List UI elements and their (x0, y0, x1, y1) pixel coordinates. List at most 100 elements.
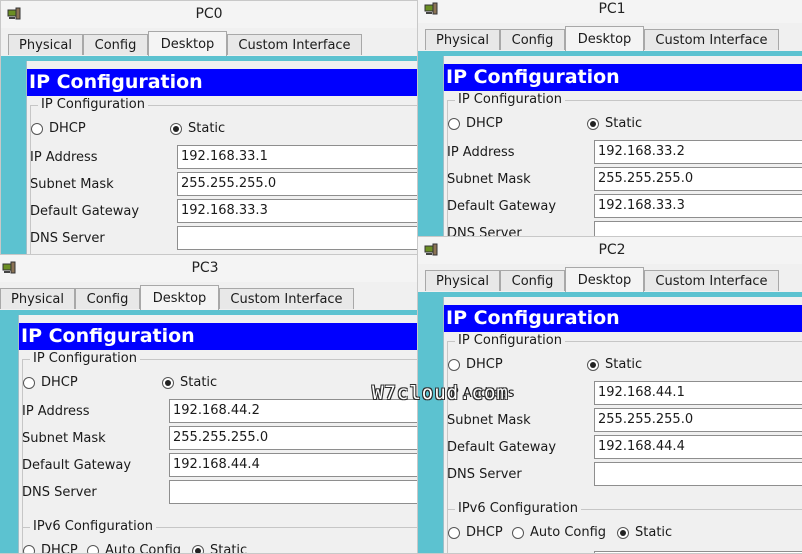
subnet-mask-input[interactable]: 255.255.255.0 (594, 408, 802, 432)
window-pc0: PC0 Physical Config Desktop Custom Inter… (0, 0, 418, 256)
static-radio[interactable] (162, 377, 174, 389)
ip-address-label: IP Address (30, 150, 98, 165)
group-legend: IP Configuration (455, 333, 565, 348)
tab-physical[interactable]: Physical (8, 34, 83, 55)
default-gateway-label: Default Gateway (22, 458, 132, 473)
ipv6-auto-config-radio[interactable] (87, 545, 99, 553)
ip-config-panel: IP Configuration IP Configuration DHCP S… (443, 56, 802, 239)
subnet-mask-label: Subnet Mask (22, 431, 106, 446)
static-label: Static (605, 357, 643, 372)
tab-config[interactable]: Config (75, 288, 140, 309)
default-gateway-input[interactable]: 192.168.44.4 (594, 435, 802, 459)
ip-address-input[interactable]: 192.168.44.1 (594, 381, 802, 405)
dhcp-radio[interactable] (23, 377, 35, 389)
ipv6-auto-config-radio[interactable] (512, 527, 524, 539)
tab-bar: Physical Config Desktop Custom Interface (418, 267, 802, 293)
dns-server-input[interactable] (169, 480, 417, 504)
default-gateway-input[interactable]: 192.168.44.4 (169, 453, 417, 477)
ipv6-static-label: Static (210, 543, 248, 554)
static-label: Static (188, 121, 226, 136)
dhcp-radio[interactable] (31, 123, 43, 135)
title-bar[interactable]: PC3 (0, 255, 417, 282)
ip-address-input[interactable]: 192.168.33.1 (177, 145, 417, 169)
ipv6-dhcp-radio[interactable] (448, 527, 460, 539)
default-gateway-input[interactable]: 192.168.33.3 (594, 194, 802, 218)
subnet-mask-label: Subnet Mask (447, 413, 531, 428)
default-gateway-label: Default Gateway (30, 204, 140, 219)
dhcp-label: DHCP (41, 375, 78, 390)
static-label: Static (180, 375, 218, 390)
tab-bar: Physical Config Desktop Custom Interface (418, 26, 802, 52)
ipv6-group-legend: IPv6 Configuration (30, 519, 156, 534)
subnet-mask-label: Subnet Mask (447, 172, 531, 187)
subnet-mask-label: Subnet Mask (30, 177, 114, 192)
default-gateway-input[interactable]: 192.168.33.3 (177, 199, 417, 223)
subnet-mask-input[interactable]: 255.255.255.0 (169, 426, 417, 450)
ipv6-static-radio[interactable] (192, 545, 204, 553)
ip-config-panel: IP Configuration IP Configuration DHCP S… (18, 315, 417, 553)
tab-physical[interactable]: Physical (425, 270, 500, 291)
tab-desktop[interactable]: Desktop (140, 285, 219, 310)
static-radio[interactable] (587, 359, 599, 371)
title-bar[interactable]: PC2 (418, 237, 802, 264)
tab-custom-interface[interactable]: Custom Interface (219, 288, 354, 309)
window-title: PC3 (191, 260, 219, 276)
static-radio[interactable] (170, 123, 182, 135)
window-title: PC1 (598, 1, 626, 17)
tab-physical[interactable]: Physical (425, 29, 500, 50)
dhcp-radio[interactable] (448, 118, 460, 130)
packet-tracer-pc-icon (424, 243, 438, 256)
ip-config-panel: IP Configuration IP Configuration DHCP S… (443, 297, 802, 553)
tab-desktop[interactable]: Desktop (565, 26, 644, 51)
desktop-frame: IP Configuration IP Configuration DHCP S… (418, 51, 802, 239)
tab-desktop[interactable]: Desktop (148, 31, 227, 56)
desktop-frame: IP Configuration IP Configuration DHCP S… (418, 292, 802, 553)
ipv6-static-radio[interactable] (617, 527, 629, 539)
dhcp-label: DHCP (466, 357, 503, 372)
subnet-mask-input[interactable]: 255.255.255.0 (594, 167, 802, 191)
ipv6-dhcp-radio[interactable] (23, 545, 35, 553)
dns-server-input[interactable] (594, 462, 802, 486)
tab-config[interactable]: Config (83, 34, 148, 55)
section-header: IP Configuration (444, 305, 802, 332)
ip-config-panel: IP Configuration IP Configuration DHCP S… (26, 61, 417, 255)
packet-tracer-pc-icon (7, 7, 21, 20)
section-header: IP Configuration (444, 64, 802, 91)
ip-address-label: IP Address (22, 404, 90, 419)
window-title: PC0 (195, 6, 223, 22)
desktop-frame: IP Configuration IP Configuration DHCP S… (1, 56, 417, 255)
tab-bar: Physical Config Desktop Custom Interface (0, 285, 417, 311)
dns-server-input[interactable] (177, 226, 417, 250)
tab-custom-interface[interactable]: Custom Interface (227, 34, 362, 55)
default-gateway-label: Default Gateway (447, 440, 557, 455)
tab-custom-interface[interactable]: Custom Interface (644, 29, 779, 50)
tab-custom-interface[interactable]: Custom Interface (644, 270, 779, 291)
packet-tracer-pc-icon (2, 261, 16, 274)
tab-config[interactable]: Config (500, 270, 565, 291)
window-pc3: PC3 Physical Config Desktop Custom Inter… (0, 254, 418, 554)
ip-address-label: IP Address (447, 145, 515, 160)
dhcp-label: DHCP (49, 121, 86, 136)
title-bar[interactable]: PC0 (1, 1, 417, 28)
title-bar[interactable]: PC1 (418, 0, 802, 23)
dns-server-label: DNS Server (447, 467, 522, 482)
desktop-frame: IP Configuration IP Configuration DHCP S… (0, 310, 417, 553)
ip-address-input[interactable]: 192.168.33.2 (594, 140, 802, 164)
window-pc1: PC1 Physical Config Desktop Custom Inter… (417, 0, 802, 240)
section-header: IP Configuration (27, 69, 417, 96)
ip-address-input[interactable]: 192.168.44.2 (169, 399, 417, 423)
ipv6-static-label: Static (635, 525, 673, 540)
subnet-mask-input[interactable]: 255.255.255.0 (177, 172, 417, 196)
tab-physical[interactable]: Physical (0, 288, 75, 309)
tab-config[interactable]: Config (500, 29, 565, 50)
window-pc2: PC2 Physical Config Desktop Custom Inter… (417, 236, 802, 554)
static-radio[interactable] (587, 118, 599, 130)
dhcp-radio[interactable] (448, 359, 460, 371)
dhcp-label: DHCP (466, 116, 503, 131)
tab-desktop[interactable]: Desktop (565, 267, 644, 292)
dns-server-label: DNS Server (30, 231, 105, 246)
ipv6-auto-config-label: Auto Config (530, 525, 607, 540)
ip-address-label: IP Address (447, 386, 515, 401)
default-gateway-label: Default Gateway (447, 199, 557, 214)
window-title: PC2 (598, 242, 626, 258)
